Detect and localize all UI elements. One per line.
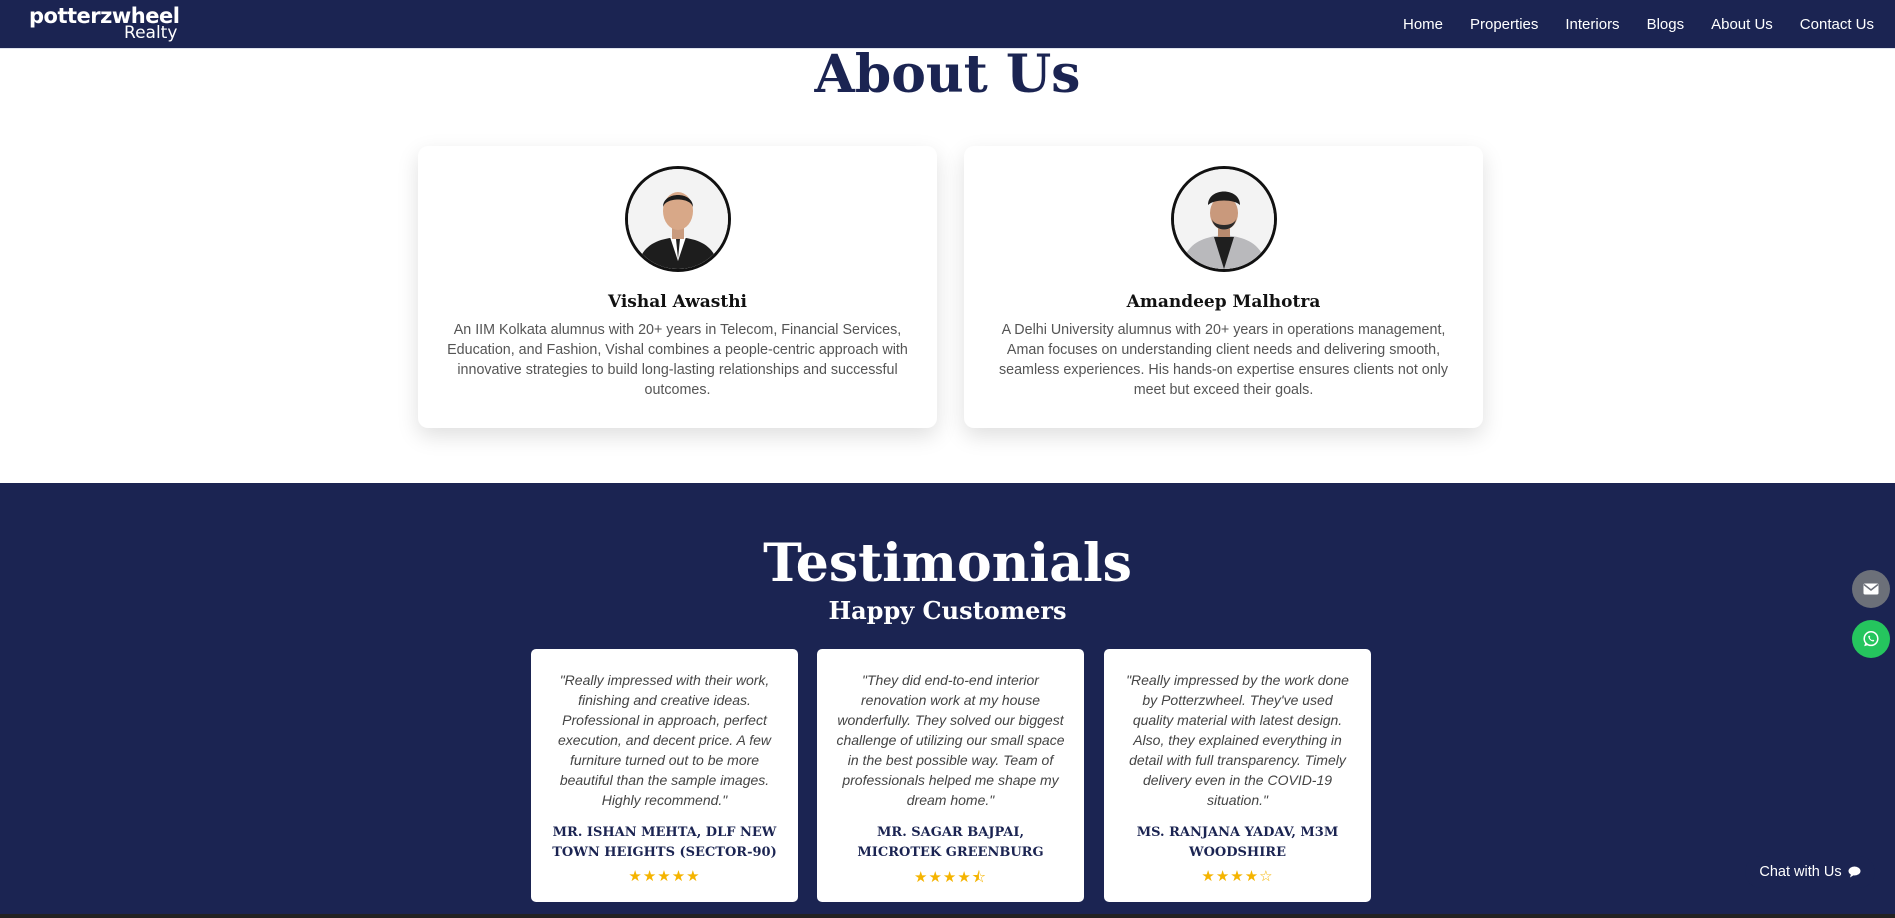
avatar	[624, 166, 731, 272]
nav-item-blogs[interactable]: Blogs	[1647, 16, 1685, 33]
chat-label: Chat with Us	[1759, 864, 1842, 880]
chat-with-us-button[interactable]: Chat with Us	[1745, 856, 1875, 888]
testimonial-quote: "They did end-to-end interior renovation…	[836, 672, 1065, 808]
testimonial-author: MR. SAGAR BAJPAI, MICROTEK GREENBURG	[857, 825, 1044, 860]
nav-item-properties[interactable]: Properties	[1470, 16, 1538, 33]
nav-links: Home Properties Interiors Blogs About Us…	[1403, 16, 1874, 33]
member-bio: An IIM Kolkata alumnus with 20+ years in…	[447, 322, 908, 398]
nav-item-about-us[interactable]: About Us	[1711, 16, 1773, 33]
whatsapp-float-button[interactable]	[1852, 620, 1890, 658]
navbar: potterzwheel Realty Home Properties Inte…	[0, 0, 1895, 49]
testimonial-author: MS. RANJANA YADAV, M3M WOODSHIRE	[1136, 825, 1339, 860]
star-rating-icon: ★★★★☆	[1201, 868, 1274, 885]
team-card: Vishal Awasthi An IIM Kolkata alumnus wi…	[418, 146, 937, 428]
nav-item-home[interactable]: Home	[1403, 16, 1443, 33]
whatsapp-icon	[1863, 631, 1879, 647]
testimonial-quote: "Really impressed by the work done by Po…	[1126, 672, 1349, 808]
testimonial-author: MR. ISHAN MEHTA, DLF NEW TOWN HEIGHTS (S…	[552, 825, 777, 860]
team-card: Amandeep Malhotra A Delhi University alu…	[964, 146, 1483, 428]
page-divider	[0, 914, 1895, 918]
testimonials-subtitle: Happy Customers	[828, 596, 1067, 625]
nav-item-contact-us[interactable]: Contact Us	[1800, 16, 1874, 33]
testimonial-quote: "Really impressed with their work, finis…	[558, 672, 771, 808]
member-bio: A Delhi University alumnus with 20+ year…	[999, 322, 1448, 398]
nav-item-interiors[interactable]: Interiors	[1565, 16, 1619, 33]
person-photo-icon	[1173, 169, 1274, 269]
testimonials-title: Testimonials	[763, 533, 1132, 594]
person-photo-icon	[627, 169, 728, 269]
testimonial-card: "Really impressed by the work done by Po…	[1104, 649, 1371, 902]
envelope-icon	[1863, 583, 1879, 595]
brand-logo[interactable]: potterzwheel Realty	[29, 6, 180, 43]
email-float-button[interactable]	[1852, 570, 1890, 608]
star-rating-icon: ★★★★★	[628, 868, 701, 885]
avatar	[1170, 166, 1277, 272]
member-name: Amandeep Malhotra	[1126, 292, 1321, 312]
chat-bubble-icon	[1848, 866, 1861, 878]
logo-sub-text: Realty	[124, 23, 178, 43]
testimonial-card: "They did end-to-end interior renovation…	[817, 649, 1084, 902]
member-name: Vishal Awasthi	[607, 292, 748, 312]
testimonials-section: Testimonials Happy Customers "Really imp…	[0, 483, 1895, 918]
star-rating-icon: ★★★★⯪	[914, 869, 987, 886]
about-title: About Us	[814, 44, 1081, 105]
testimonial-card: "Really impressed with their work, finis…	[531, 649, 798, 902]
